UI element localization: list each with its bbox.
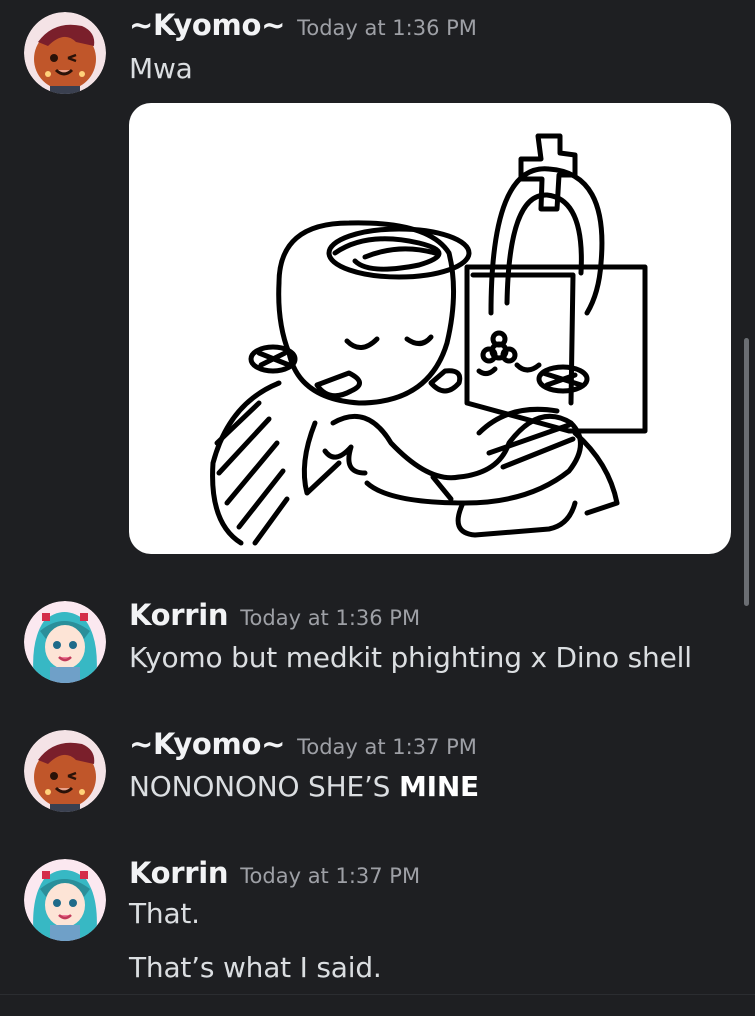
image-attachment[interactable] <box>129 103 731 554</box>
kyomo-avatar-icon[interactable] <box>24 12 106 94</box>
username[interactable]: Korrin <box>129 598 229 632</box>
message-text: Kyomo but medkit phighting x Dino shell <box>129 641 692 674</box>
message-header: Korrin Today at 1:37 PM <box>129 856 420 890</box>
scrollbar-thumb[interactable] <box>744 338 749 606</box>
timestamp: Today at 1:36 PM <box>297 16 477 40</box>
message-text-bold: MINE <box>398 770 479 803</box>
korrin-avatar-icon[interactable] <box>24 601 106 683</box>
message-header: ~Kyomo~ Today at 1:36 PM <box>129 8 477 42</box>
timestamp: Today at 1:36 PM <box>240 606 421 630</box>
message-text: NONONONO SHE’S MINE <box>129 770 479 803</box>
chat-message-list[interactable]: ~Kyomo~ Today at 1:36 PM Mwa Korrin Toda… <box>0 0 755 1016</box>
composer-bar-edge <box>0 994 755 1016</box>
message-header: Korrin Today at 1:36 PM <box>129 598 420 632</box>
username[interactable]: ~Kyomo~ <box>129 727 285 761</box>
kyomo-avatar-icon[interactable] <box>24 730 106 812</box>
message-text: Mwa <box>129 52 193 85</box>
timestamp: Today at 1:37 PM <box>297 735 477 759</box>
message-header: ~Kyomo~ Today at 1:37 PM <box>129 727 477 761</box>
drawing-attachment-icon <box>210 133 648 546</box>
username[interactable]: Korrin <box>129 856 229 890</box>
message-text: That’s what I said. <box>129 951 382 984</box>
timestamp: Today at 1:37 PM <box>240 864 421 888</box>
message-text: That. <box>129 897 200 930</box>
username[interactable]: ~Kyomo~ <box>129 8 285 42</box>
korrin-avatar-icon[interactable] <box>24 859 106 941</box>
message-text-plain: NONONONO SHE’S <box>129 770 399 803</box>
